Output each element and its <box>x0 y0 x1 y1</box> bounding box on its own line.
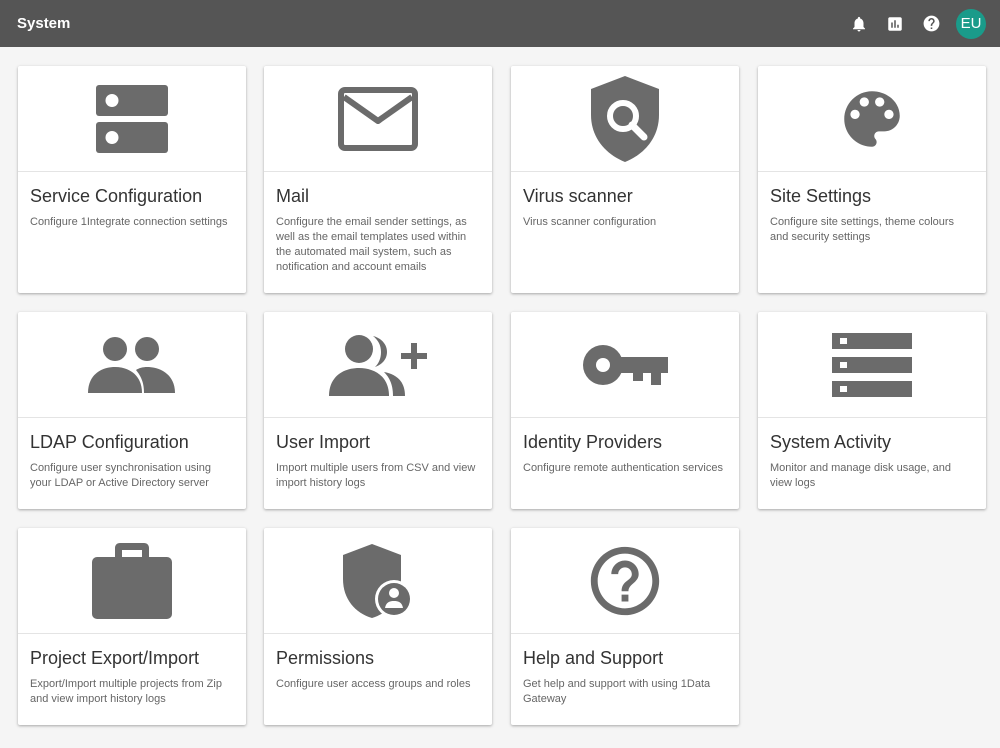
card-media <box>264 312 492 418</box>
briefcase-icon <box>92 542 172 619</box>
card-description: Import multiple users from CSV and view … <box>276 462 476 489</box>
card-ldap-configuration[interactable]: LDAP Configuration Configure user synchr… <box>18 312 246 509</box>
card-title: User Import <box>276 432 371 452</box>
bar-chart-icon[interactable] <box>884 13 906 35</box>
shield-search-icon <box>591 75 659 162</box>
card-project-export-import[interactable]: Project Export/Import Export/Import mult… <box>18 528 246 725</box>
card-description: Configure the email sender settings, as … <box>276 216 467 273</box>
card-title: Identity Providers <box>523 432 663 452</box>
card-media <box>758 66 986 172</box>
card-help-and-support[interactable]: Help and Support Get help and support wi… <box>511 528 739 725</box>
card-description: Export/Import multiple projects from Zip… <box>30 678 222 705</box>
card-service-configuration[interactable]: Service Configuration Configure 1Integra… <box>18 66 246 293</box>
card-permissions[interactable]: Permissions Configure user access groups… <box>264 528 492 725</box>
card-media <box>511 66 739 172</box>
help-circle-icon[interactable] <box>920 13 942 35</box>
card-description: Configure user synchronisation using you… <box>30 462 211 489</box>
card-site-settings[interactable]: Site Settings Configure site settings, t… <box>758 66 986 293</box>
card-title: Project Export/Import <box>30 648 200 668</box>
card-title: Service Configuration <box>30 186 203 206</box>
card-title: Mail <box>276 186 310 206</box>
card-title: Site Settings <box>770 186 872 206</box>
top-app-bar: System EU <box>0 0 1000 47</box>
storage-list-icon <box>832 332 912 397</box>
card-mail[interactable]: Mail Configure the email sender settings… <box>264 66 492 293</box>
card-title: LDAP Configuration <box>30 432 189 452</box>
card-media <box>264 66 492 172</box>
card-description: Configure remote authentication services <box>523 462 723 474</box>
help-outline-icon <box>590 546 660 615</box>
card-media <box>511 312 739 418</box>
card-media <box>511 528 739 634</box>
card-title: System Activity <box>770 432 892 452</box>
card-title: Help and Support <box>523 648 664 668</box>
header-actions: EU <box>834 0 986 47</box>
card-media <box>18 528 246 634</box>
server-icon <box>96 84 168 153</box>
palette-icon <box>844 90 900 147</box>
user-avatar[interactable]: EU <box>956 8 986 39</box>
card-identity-providers[interactable]: Identity Providers Configure remote auth… <box>511 312 739 509</box>
card-media <box>18 312 246 418</box>
card-description: Get help and support with using 1Data Ga… <box>523 678 711 705</box>
card-virus-scanner[interactable]: Virus scanner Virus scanner configuratio… <box>511 66 739 293</box>
group-add-icon <box>329 334 427 396</box>
card-user-import[interactable]: User Import Import multiple users from C… <box>264 312 492 509</box>
card-media <box>758 312 986 418</box>
mail-icon <box>338 86 418 151</box>
card-description: Configure user access groups and roles <box>276 678 471 690</box>
card-title: Permissions <box>276 648 375 668</box>
card-description: Configure 1Integrate connection settings <box>30 216 228 228</box>
admin-shield-icon <box>343 543 413 618</box>
card-description: Virus scanner configuration <box>523 216 657 228</box>
card-title: Virus scanner <box>523 186 633 206</box>
page-title: System <box>17 15 71 32</box>
people-icon <box>88 336 175 393</box>
card-system-activity[interactable]: System Activity Monitor and manage disk … <box>758 312 986 509</box>
bell-icon[interactable] <box>848 13 870 35</box>
card-media <box>18 66 246 172</box>
card-media <box>264 528 492 634</box>
card-description: Configure site settings, theme colours a… <box>770 216 955 243</box>
key-icon <box>583 344 668 385</box>
card-description: Monitor and manage disk usage, and view … <box>770 462 952 489</box>
